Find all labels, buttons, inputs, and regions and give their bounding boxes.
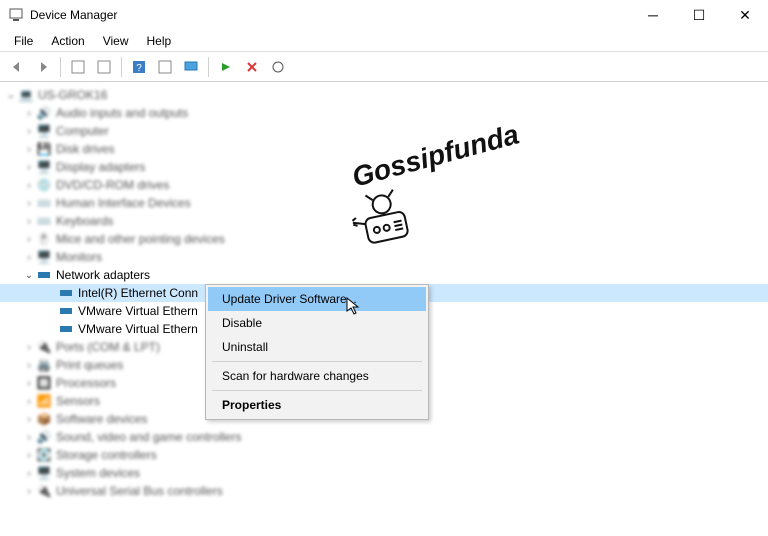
keyboard-icon: ⌨️: [36, 214, 52, 228]
toolbar-icon-3[interactable]: [154, 56, 176, 78]
window-title: Device Manager: [30, 8, 630, 22]
back-icon[interactable]: [6, 56, 28, 78]
tree-dvd[interactable]: ›💿DVD/CD-ROM drives: [0, 176, 768, 194]
cpu-icon: 🔲: [36, 376, 52, 390]
storage-icon: 💽: [36, 448, 52, 462]
ctx-properties[interactable]: Properties: [208, 393, 426, 417]
refresh-icon[interactable]: [267, 56, 289, 78]
toolbar: ?: [0, 52, 768, 82]
close-button[interactable]: ✕: [722, 0, 768, 30]
menu-help[interactable]: Help: [139, 32, 180, 50]
sensor-icon: 📶: [36, 394, 52, 408]
ctx-uninstall[interactable]: Uninstall: [208, 335, 426, 359]
nic-icon: [58, 304, 74, 318]
network-icon: [36, 268, 52, 282]
hid-icon: ⌨️: [36, 196, 52, 210]
ctx-scan[interactable]: Scan for hardware changes: [208, 364, 426, 388]
tree-root[interactable]: ⌄💻US-GROK16: [0, 86, 768, 104]
enable-icon[interactable]: [215, 56, 237, 78]
cd-icon: 💿: [36, 178, 52, 192]
printer-icon: 🖨️: [36, 358, 52, 372]
toolbar-icon-1[interactable]: [67, 56, 89, 78]
port-icon: 🔌: [36, 340, 52, 354]
speaker-icon: 🔊: [36, 106, 52, 120]
tree-computer[interactable]: ›🖥️Computer: [0, 122, 768, 140]
computer-icon: 💻: [18, 88, 34, 102]
system-icon: 🖥️: [36, 466, 52, 480]
forward-icon[interactable]: [32, 56, 54, 78]
menu-file[interactable]: File: [6, 32, 41, 50]
ctx-update-driver[interactable]: Update Driver Software...: [208, 287, 426, 311]
tree-display[interactable]: ›🖥️Display adapters: [0, 158, 768, 176]
pc-icon: 🖥️: [36, 124, 52, 138]
ctx-separator: [212, 361, 422, 362]
tree-network-adapters[interactable]: ⌄Network adapters: [0, 266, 768, 284]
tree-disk[interactable]: ›💾Disk drives: [0, 140, 768, 158]
maximize-button[interactable]: ☐: [676, 0, 722, 30]
tree-system[interactable]: ›🖥️System devices: [0, 464, 768, 482]
menu-view[interactable]: View: [95, 32, 137, 50]
ctx-separator: [212, 390, 422, 391]
monitor-icon[interactable]: [180, 56, 202, 78]
display-icon: 🖥️: [36, 160, 52, 174]
tree-monitors[interactable]: ›🖥️Monitors: [0, 248, 768, 266]
device-manager-icon: [8, 7, 24, 23]
minimize-button[interactable]: ─: [630, 0, 676, 30]
tree-sound[interactable]: ›🔊Sound, video and game controllers: [0, 428, 768, 446]
help-icon[interactable]: ?: [128, 56, 150, 78]
tree-keyboards[interactable]: ›⌨️Keyboards: [0, 212, 768, 230]
context-menu: Update Driver Software... Disable Uninst…: [205, 284, 429, 420]
tree-mice[interactable]: ›🖱️Mice and other pointing devices: [0, 230, 768, 248]
monitor-tree-icon: 🖥️: [36, 250, 52, 264]
toolbar-icon-2[interactable]: [93, 56, 115, 78]
tree-audio[interactable]: ›🔊Audio inputs and outputs: [0, 104, 768, 122]
software-icon: 📦: [36, 412, 52, 426]
nic-icon: [58, 286, 74, 300]
svg-text:?: ?: [136, 63, 142, 74]
mouse-icon: 🖱️: [36, 232, 52, 246]
disk-icon: 💾: [36, 142, 52, 156]
menu-action[interactable]: Action: [43, 32, 92, 50]
usb-icon: 🔌: [36, 484, 52, 498]
sound-icon: 🔊: [36, 430, 52, 444]
tree-hid[interactable]: ›⌨️Human Interface Devices: [0, 194, 768, 212]
disable-red-icon[interactable]: [241, 56, 263, 78]
nic-icon: [58, 322, 74, 336]
tree-usb[interactable]: ›🔌Universal Serial Bus controllers: [0, 482, 768, 500]
tree-storage[interactable]: ›💽Storage controllers: [0, 446, 768, 464]
ctx-disable[interactable]: Disable: [208, 311, 426, 335]
